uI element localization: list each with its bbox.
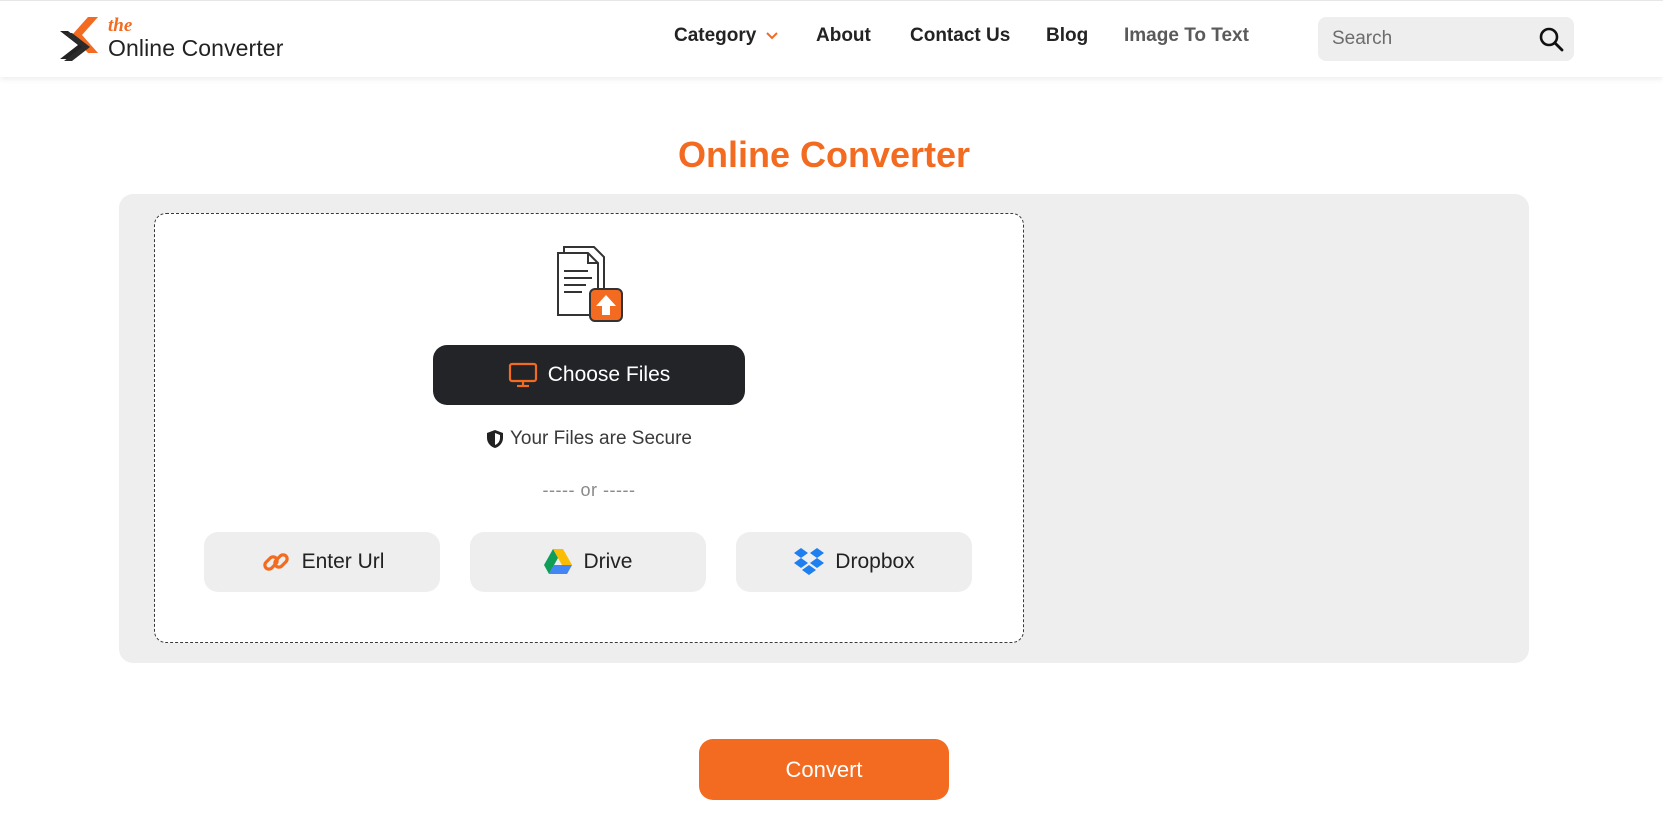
site-header: the Online Converter Category About Cont… xyxy=(0,0,1663,77)
nav-item-image-to-text[interactable]: Image To Text xyxy=(1124,25,1249,47)
nav-item-category[interactable]: Category xyxy=(674,25,778,47)
choose-files-label: Choose Files xyxy=(547,363,671,386)
enter-url-button[interactable]: Enter Url xyxy=(204,532,440,592)
shield-icon xyxy=(486,430,503,448)
convert-button[interactable]: Convert xyxy=(699,739,949,800)
dropbox-button[interactable]: Dropbox xyxy=(736,532,972,592)
secure-note: Your Files are Secure xyxy=(0,428,1178,450)
chevron-down-icon xyxy=(765,32,778,40)
search-input[interactable] xyxy=(1332,17,1532,61)
file-upload-icon xyxy=(557,246,623,322)
link-icon xyxy=(262,553,289,571)
nav-item-label: Category xyxy=(674,25,757,46)
nav-item-about[interactable]: About xyxy=(816,25,871,47)
nav-item-contact-us[interactable]: Contact Us xyxy=(910,25,1010,47)
choose-files-button[interactable]: Choose Files xyxy=(433,345,745,405)
page-title: Online Converter xyxy=(677,134,971,175)
drive-label: Drive xyxy=(583,550,633,573)
nav-item-label: Image To Text xyxy=(1124,25,1249,46)
search-icon[interactable] xyxy=(1538,26,1564,52)
enter-url-label: Enter Url xyxy=(301,550,385,573)
nav-item-blog[interactable]: Blog xyxy=(1046,25,1088,47)
or-divider: ----- or ----- xyxy=(542,480,636,500)
google-drive-icon xyxy=(544,549,573,574)
google-drive-button[interactable]: Drive xyxy=(470,532,706,592)
dropbox-icon xyxy=(794,548,825,575)
nav-item-label: Contact Us xyxy=(910,25,1011,46)
monitor-icon xyxy=(508,362,537,388)
nav-item-label: About xyxy=(816,25,871,46)
search-box xyxy=(1318,17,1574,61)
nav-item-label: Blog xyxy=(1046,25,1089,46)
dropbox-label: Dropbox xyxy=(835,550,915,573)
secure-text: Your Files are Secure xyxy=(509,428,692,449)
